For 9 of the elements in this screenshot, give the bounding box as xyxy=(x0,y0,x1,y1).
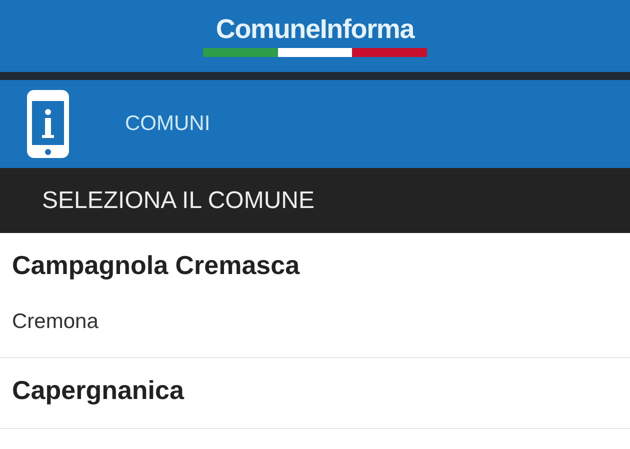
municipality-name: Campagnola Cremasca xyxy=(12,249,301,281)
province-name: Cremona xyxy=(12,309,100,335)
subheader-title: SELEZIONA IL COMUNE xyxy=(42,186,315,216)
phone-info-icon xyxy=(25,88,71,160)
list-item[interactable]: Capergnanica xyxy=(0,358,630,429)
list-item[interactable]: Campagnola Cremasca Cremona xyxy=(0,233,630,358)
municipality-name: Capergnanica xyxy=(12,374,186,406)
app-logo: ComuneInforma xyxy=(216,16,414,42)
section-title: COMUNI xyxy=(125,111,210,138)
